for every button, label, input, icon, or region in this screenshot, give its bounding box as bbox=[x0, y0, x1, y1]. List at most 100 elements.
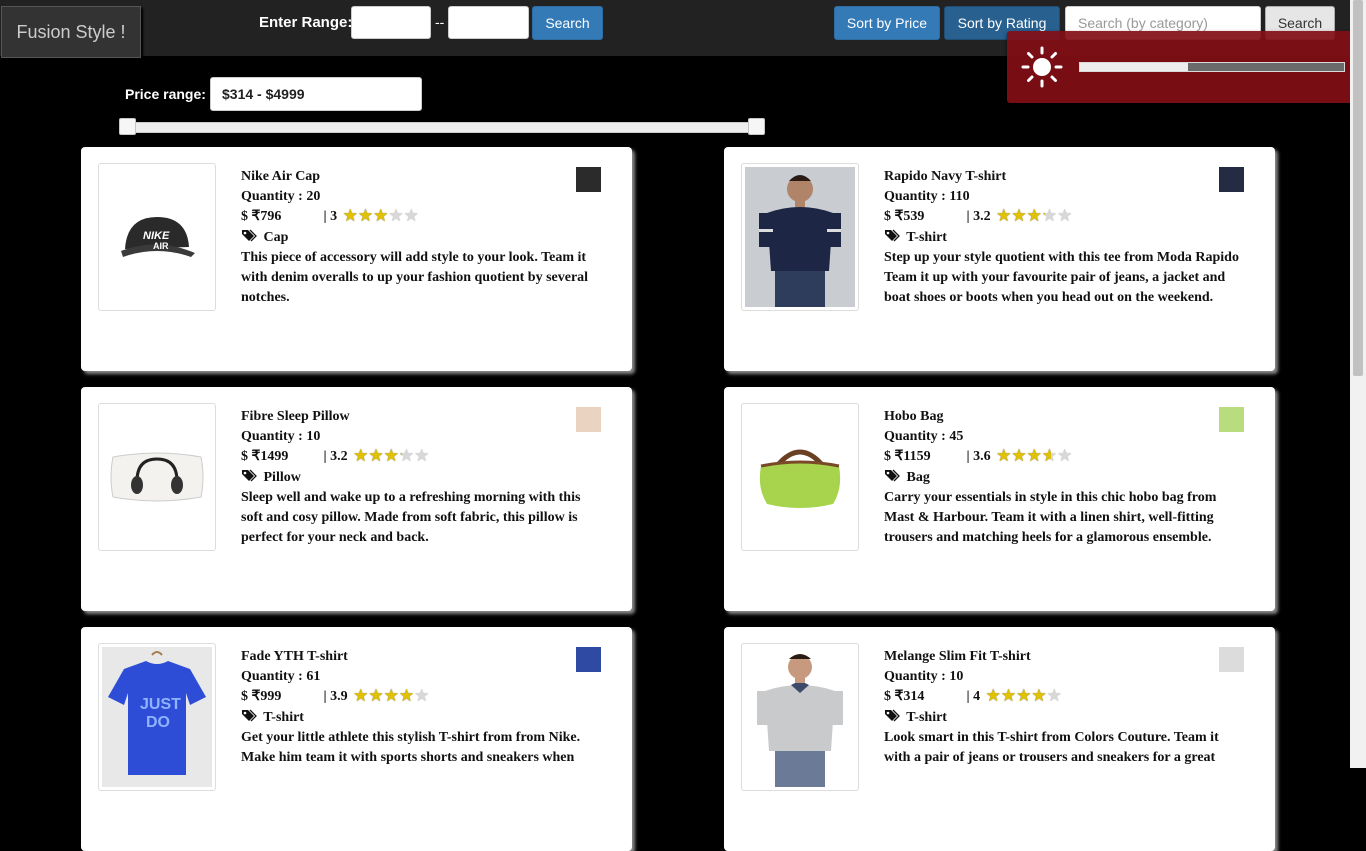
color-swatch bbox=[1219, 167, 1244, 192]
product-image[interactable]: JUST DO bbox=[98, 643, 216, 791]
rating-star: ★★ bbox=[398, 446, 415, 465]
product-image[interactable] bbox=[741, 163, 859, 311]
product-name[interactable]: Fade YTH T-shirt bbox=[241, 647, 601, 667]
product-card-3: Fibre Sleep Pillow Quantity : 10 $ ₹1499… bbox=[81, 387, 632, 611]
rating-star: ★★ bbox=[1041, 206, 1058, 225]
brightness-slider[interactable] bbox=[1079, 62, 1345, 72]
product-category[interactable]: T-shirt bbox=[906, 230, 947, 245]
rating-star: ★★ bbox=[1026, 446, 1042, 465]
rating-star: ★★ bbox=[353, 446, 369, 465]
tag-icon bbox=[884, 229, 903, 245]
product-description: Step up your style quotient with this te… bbox=[884, 250, 1239, 305]
rating-stars: ★★★★★★★★★★ bbox=[353, 447, 429, 468]
product-image[interactable]: NIKE AIR bbox=[98, 163, 216, 311]
sun-icon bbox=[1021, 46, 1063, 88]
product-rating: | 4 bbox=[966, 689, 981, 704]
range-search-button[interactable]: Search bbox=[532, 6, 603, 40]
product-price: $ ₹999 bbox=[241, 689, 282, 704]
product-category[interactable]: T-shirt bbox=[906, 710, 947, 725]
rating-star: ★★ bbox=[1026, 206, 1042, 225]
rating-star: ★★ bbox=[1000, 686, 1017, 705]
rating-star: ★★ bbox=[1011, 446, 1027, 465]
price-range-value: $314 - $4999 bbox=[210, 77, 422, 111]
sort-by-price-button[interactable]: Sort by Price bbox=[834, 6, 940, 40]
rating-star: ★★ bbox=[1046, 686, 1062, 705]
rating-star: ★★ bbox=[398, 686, 415, 705]
product-name[interactable]: Rapido Navy T-shirt bbox=[884, 167, 1244, 187]
product-price: $ ₹1159 bbox=[884, 449, 931, 464]
rating-star: ★★ bbox=[1057, 446, 1073, 465]
product-image[interactable] bbox=[98, 403, 216, 551]
product-price: $ ₹314 bbox=[884, 689, 925, 704]
product-card-6: Melange Slim Fit T-shirt Quantity : 10 $… bbox=[724, 627, 1275, 851]
product-card-2: Rapido Navy T-shirt Quantity : 110 $ ₹53… bbox=[724, 147, 1275, 371]
product-card-4: Hobo Bag Quantity : 45 $ ₹1159 | 3.6 ★ ★ ★… bbox=[724, 387, 1275, 611]
product-category[interactable]: T-shirt bbox=[263, 710, 304, 725]
rating-stars: ★★★★★★★★★★ bbox=[343, 207, 419, 228]
rating-stars: ★★★★★★★★★★ bbox=[996, 207, 1072, 228]
rating-star: ★★ bbox=[1041, 446, 1058, 465]
product-quantity: Quantity : 10 bbox=[241, 429, 321, 444]
product-name[interactable]: Nike Air Cap bbox=[241, 167, 601, 187]
svg-text:AIR: AIR bbox=[153, 241, 169, 251]
rating-star: ★★ bbox=[1011, 206, 1027, 225]
rating-star: ★★ bbox=[353, 686, 369, 705]
rating-stars: ★★★★★★★★★★ bbox=[986, 687, 1062, 708]
price-range-label: Price range: bbox=[125, 86, 206, 102]
rating-star: ★★ bbox=[996, 446, 1012, 465]
svg-text:JUST: JUST bbox=[140, 696, 181, 713]
product-name[interactable]: Melange Slim Fit T-shirt bbox=[884, 647, 1244, 667]
product-description: Get your little athlete this stylish T-s… bbox=[241, 730, 581, 765]
product-price: $ ₹539 bbox=[884, 209, 925, 224]
tag-icon bbox=[241, 469, 260, 485]
page-scrollbar[interactable] bbox=[1350, 0, 1366, 768]
product-name[interactable]: Hobo Bag bbox=[884, 407, 1244, 427]
rating-star: ★★ bbox=[985, 686, 1001, 705]
rating-star: ★★ bbox=[368, 446, 384, 465]
product-description: Carry your essentials in style in this c… bbox=[884, 490, 1217, 545]
color-swatch bbox=[576, 407, 601, 432]
rating-star: ★★ bbox=[383, 686, 399, 705]
tag-icon bbox=[884, 469, 903, 485]
svg-text:DO: DO bbox=[146, 714, 170, 731]
rating-star: ★★ bbox=[1031, 686, 1047, 705]
product-image[interactable] bbox=[741, 403, 859, 551]
product-category[interactable]: Pillow bbox=[264, 470, 301, 485]
brightness-panel bbox=[1007, 31, 1359, 103]
range-min-input[interactable] bbox=[351, 6, 431, 39]
product-rating: | 3.2 bbox=[966, 209, 991, 224]
rating-star: ★★ bbox=[357, 206, 374, 225]
rating-star: ★★ bbox=[383, 446, 399, 465]
tag-icon bbox=[241, 229, 260, 245]
rating-star: ★★ bbox=[1016, 686, 1032, 705]
rating-star: ★★ bbox=[403, 206, 419, 225]
rating-star: ★★ bbox=[342, 206, 358, 225]
price-slider-min-handle[interactable] bbox=[119, 118, 136, 135]
product-category[interactable]: Bag bbox=[907, 470, 930, 485]
scrollbar-thumb[interactable] bbox=[1353, 0, 1363, 376]
product-name[interactable]: Fibre Sleep Pillow bbox=[241, 407, 601, 427]
range-max-input[interactable] bbox=[448, 6, 529, 39]
rating-stars: ★★★★★★★★★★ bbox=[996, 447, 1072, 468]
rating-star: ★★ bbox=[996, 206, 1012, 225]
product-quantity: Quantity : 20 bbox=[241, 189, 321, 204]
rating-star: ★★ bbox=[414, 446, 430, 465]
price-range-slider[interactable] bbox=[125, 122, 765, 133]
product-category[interactable]: Cap bbox=[264, 230, 289, 245]
color-swatch bbox=[576, 647, 601, 672]
rating-star: ★★ bbox=[1057, 206, 1073, 225]
price-slider-max-handle[interactable] bbox=[748, 118, 765, 135]
product-card-5: JUST DO Fade YTH T-shirt Quantity : 61 $ … bbox=[81, 627, 632, 851]
product-card-1: NIKE AIR Nike Air Cap Quantity : 20 $ ₹79… bbox=[81, 147, 632, 371]
product-price: $ ₹1499 bbox=[241, 449, 289, 464]
tag-icon bbox=[884, 709, 903, 725]
product-quantity: Quantity : 110 bbox=[884, 189, 970, 204]
range-label: Enter Range: bbox=[259, 14, 353, 31]
brightness-slider-fill bbox=[1080, 63, 1189, 71]
brand-logo[interactable]: Fusion Style ! bbox=[1, 6, 141, 58]
product-description: Sleep well and wake up to a refreshing m… bbox=[241, 490, 581, 545]
rating-star: ★★ bbox=[414, 686, 430, 705]
product-quantity: Quantity : 45 bbox=[884, 429, 964, 444]
product-image[interactable] bbox=[741, 643, 859, 791]
product-rating: | 3.2 bbox=[323, 449, 348, 464]
